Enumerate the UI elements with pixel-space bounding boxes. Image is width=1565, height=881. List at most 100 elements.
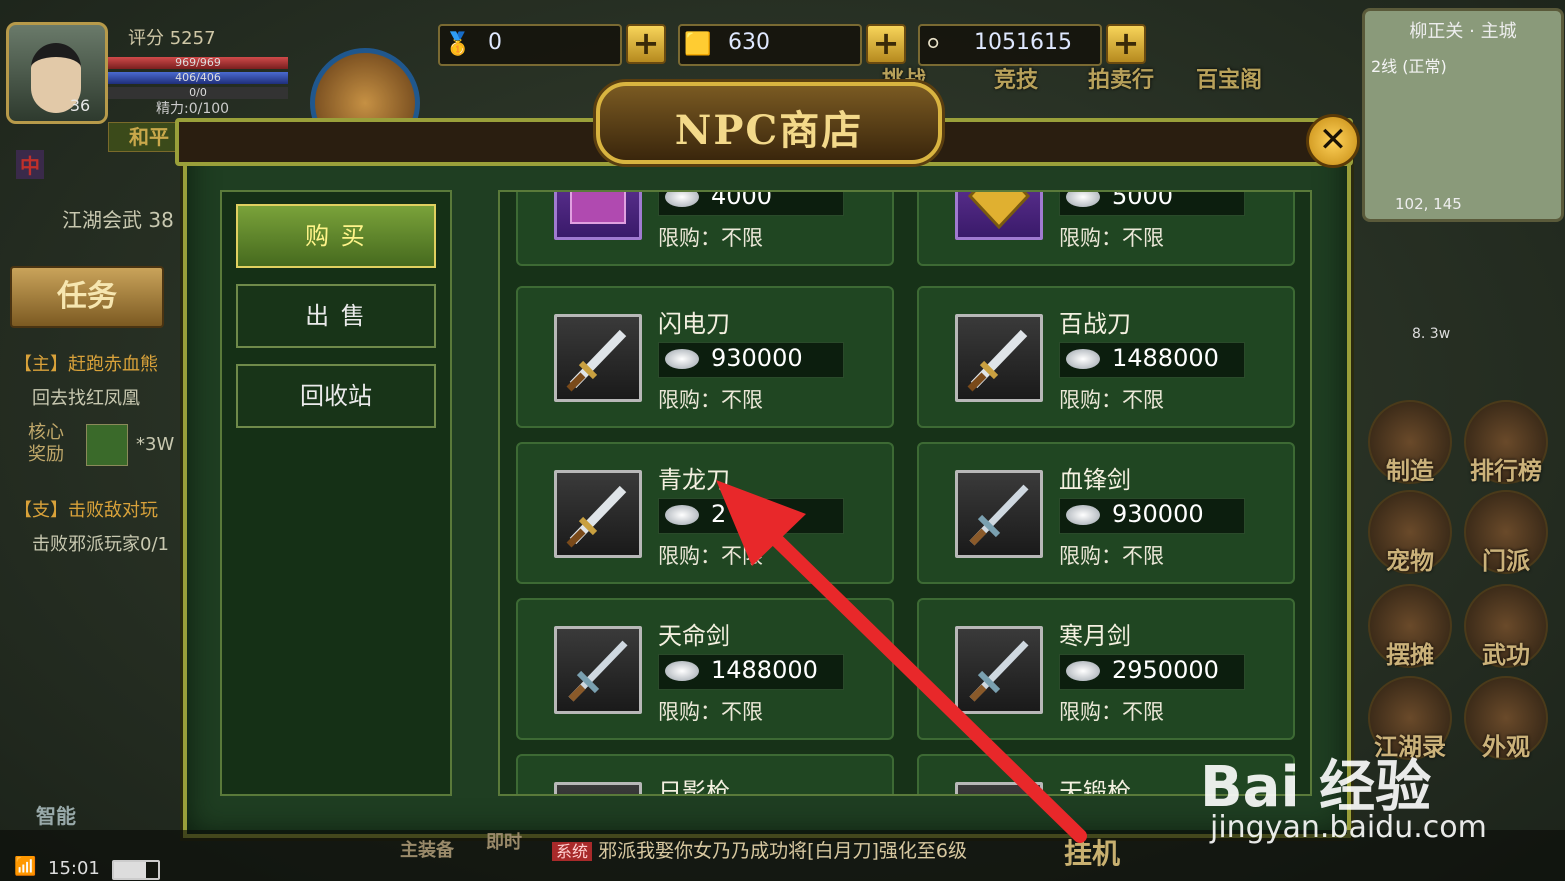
- gold-ingot-display: 🥇 0: [438, 24, 622, 66]
- shop-item-card[interactable]: 天命剑 1488000 限购：不限: [516, 598, 894, 740]
- shop-item-card[interactable]: 5000 限购：不限: [917, 190, 1295, 266]
- martial-arts-button[interactable]: 武功: [1464, 584, 1548, 669]
- item-price: 2950000: [1112, 656, 1219, 684]
- silver-display: ⚪ 1051615: [918, 24, 1102, 66]
- shop-item-card[interactable]: 4000 限购：不限: [516, 190, 894, 266]
- auto-button[interactable]: 智能: [36, 800, 76, 829]
- item-price: 930000: [1112, 500, 1204, 528]
- system-chat[interactable]: 系统 邪派我娶你女乃乃成功将[白月刀]强化至6级: [552, 836, 967, 863]
- nav-arena[interactable]: 竞技: [994, 62, 1038, 94]
- reward-label: 核心奖励: [28, 422, 64, 465]
- shop-item-card[interactable]: 寒月剑 2950000 限购：不限: [917, 598, 1295, 740]
- blade-icon[interactable]: [554, 314, 642, 402]
- shop-item-card[interactable]: 血锋剑 930000 限购：不限: [917, 442, 1295, 584]
- tab-sell[interactable]: 出 售: [236, 284, 436, 348]
- item-price: 4000: [711, 190, 773, 210]
- shop-item-grid[interactable]: 4000 限购：不限 5000 限购：不限 闪电刀 930000 限购：不限 百战刀 14880…: [498, 190, 1312, 796]
- add-gold-ingot-button[interactable]: +: [626, 24, 666, 64]
- nav-treasure-hall[interactable]: 百宝阁: [1196, 62, 1262, 94]
- spear-icon[interactable]: [554, 782, 642, 794]
- item-price: 930000: [711, 344, 803, 372]
- silver-coin-icon: [1066, 192, 1100, 207]
- auto-battle-button[interactable]: 挂机: [1064, 832, 1120, 872]
- event-text[interactable]: 江湖会武 38: [62, 204, 174, 233]
- sword-icon[interactable]: [554, 626, 642, 714]
- appearance-button[interactable]: 外观: [1464, 676, 1548, 761]
- hp-bar: 969/969: [108, 57, 288, 69]
- sword-icon[interactable]: [955, 470, 1043, 558]
- instant-button[interactable]: 即时: [486, 828, 522, 854]
- item-name: 闪电刀: [658, 310, 730, 338]
- ranking-button[interactable]: 排行榜: [1464, 400, 1548, 485]
- side-quest-title[interactable]: 【支】击败敌对玩: [14, 496, 158, 522]
- item-name: 天命剑: [658, 622, 730, 650]
- main-quest-desc[interactable]: 回去找红凤凰: [32, 384, 140, 410]
- item-name: 寒月剑: [1059, 622, 1131, 650]
- add-gold-bar-button[interactable]: +: [866, 24, 906, 64]
- item-name: 天锻枪: [1059, 778, 1131, 796]
- spear-icon[interactable]: [955, 782, 1043, 794]
- purple-book-icon[interactable]: [554, 192, 642, 240]
- pet-button[interactable]: 宠物: [1368, 490, 1452, 575]
- gold-bar-display: 🟨 630: [678, 24, 862, 66]
- tab-recycle[interactable]: 回收站: [236, 364, 436, 428]
- add-silver-button[interactable]: +: [1106, 24, 1146, 64]
- mp-bar: 406/406: [108, 72, 288, 84]
- side-count-2: 8. 3w: [1412, 326, 1451, 342]
- tab-buy[interactable]: 购 买: [236, 204, 436, 268]
- stall-button[interactable]: 摆摊: [1368, 584, 1452, 669]
- silver-coin-icon: [1066, 661, 1100, 681]
- item-price-box: 930000: [1059, 498, 1245, 534]
- side-quest-desc[interactable]: 击败邪派玩家0/1: [32, 530, 169, 556]
- minimap[interactable]: 柳正关 · 主城 2线 (正常) 102, 145: [1362, 8, 1564, 222]
- player-hud: 36 评分 5257 969/969 406/406 0/0 精力:0/100: [0, 0, 300, 130]
- shop-item-card[interactable]: 日影枪: [516, 754, 894, 794]
- item-name: 百战刀: [1059, 310, 1131, 338]
- map-coordinates: 102, 145: [1395, 195, 1462, 213]
- shop-item-card[interactable]: 闪电刀 930000 限购：不限: [516, 286, 894, 428]
- silver-coin-icon: [665, 192, 699, 207]
- shop-title: NPC商店: [674, 107, 864, 154]
- item-price: 1488000: [711, 656, 818, 684]
- item-purchase-limit: 限购：不限: [1059, 544, 1164, 568]
- shop-item-card[interactable]: 百战刀 1488000 限购：不限: [917, 286, 1295, 428]
- silver-coin-icon: [1066, 349, 1100, 369]
- crafting-button[interactable]: 制造: [1368, 400, 1452, 485]
- item-price-box: 1488000: [1059, 342, 1245, 378]
- item-price: 5000: [1112, 190, 1174, 210]
- task-panel: 中 江湖会武 38 任务 【主】赶跑赤血熊 回去找红凤凰 核心奖励 *3W 【支…: [10, 150, 185, 580]
- main-quest-title[interactable]: 【主】赶跑赤血熊: [14, 350, 158, 376]
- exp-icon: [86, 424, 128, 466]
- item-purchase-limit: 限购：不限: [658, 388, 763, 412]
- item-price-box: 1488000: [658, 654, 844, 690]
- item-purchase-limit: 限购：不限: [1059, 388, 1164, 412]
- map-title: 柳正关 · 主城: [1409, 21, 1517, 42]
- gold-bar-icon: 🟨: [684, 32, 712, 57]
- item-purchase-limit: 限购：不限: [658, 700, 763, 724]
- silver-coin-icon: [665, 349, 699, 369]
- item-name: 血锋剑: [1059, 466, 1131, 494]
- item-purchase-limit: 限购：不限: [1059, 700, 1164, 724]
- sword-icon[interactable]: [955, 626, 1043, 714]
- item-price-box: 5000: [1059, 190, 1245, 216]
- shop-title-plate: NPC商店: [596, 82, 942, 164]
- clock: 15:01: [48, 858, 100, 879]
- nav-auction[interactable]: 拍卖行: [1088, 62, 1154, 94]
- blade-icon[interactable]: [554, 470, 642, 558]
- reward-value: *3W: [136, 434, 175, 455]
- task-button[interactable]: 任务: [10, 266, 164, 328]
- shop-item-card[interactable]: 青龙刀 2 000 限购：不限: [516, 442, 894, 584]
- main-equipment-button[interactable]: 主装备: [400, 836, 454, 862]
- close-button[interactable]: ✕: [1306, 114, 1360, 168]
- server-line[interactable]: 2线 (正常): [1371, 53, 1447, 77]
- player-score: 评分 5257: [128, 28, 216, 49]
- gold-ingot-icon: 🥇: [444, 32, 472, 57]
- gold-token-icon[interactable]: [955, 192, 1043, 240]
- sect-button[interactable]: 门派: [1464, 490, 1548, 575]
- channel-badge[interactable]: 中: [16, 150, 44, 179]
- close-icon: ✕: [1318, 120, 1348, 160]
- chat-message: 邪派我娶你女乃乃成功将[白月刀]强化至6级: [598, 840, 967, 862]
- silver-coin-icon: [1066, 505, 1100, 525]
- blade-icon[interactable]: [955, 314, 1043, 402]
- item-price-box: 4000: [658, 190, 844, 216]
